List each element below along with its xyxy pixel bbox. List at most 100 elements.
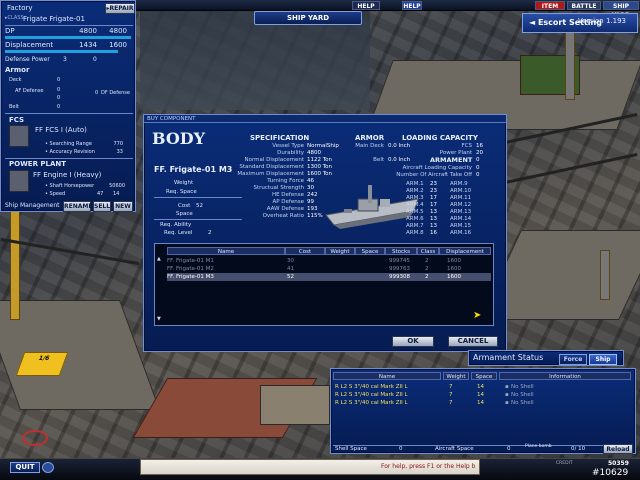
row-name: FF. Frigate-01 M1 [167, 258, 214, 264]
arm-slot-label: ARM.2 [406, 188, 424, 194]
ok-button[interactable]: OK [392, 336, 434, 347]
column-header-displacement[interactable]: Displacement [439, 247, 491, 255]
item-tab[interactable]: ITEM [535, 1, 565, 10]
arm-slot-label: ARM.1 [406, 181, 424, 187]
divider [333, 445, 633, 446]
help-menu-item[interactable]: HELP [352, 1, 380, 10]
scroll-up-icon[interactable]: ▲ [157, 256, 165, 262]
defense-power-label: Defense Power [5, 56, 50, 63]
column-header-space[interactable]: Space [471, 372, 497, 380]
shipyard-tab[interactable]: SHIP YARD [603, 1, 639, 19]
column-header-cost[interactable]: Cost [285, 247, 325, 255]
loading-capacity-title: LOADING CAPACITY [402, 134, 478, 142]
spec-label: Structual Strength [253, 185, 305, 191]
table-row-selected[interactable]: FF. Frigate-01 M3 52 999308 2 1600 [167, 273, 491, 281]
table-row[interactable]: FF. Frigate-01 M2 41 999763 2 1600 [167, 265, 491, 273]
weapon-name: R L2 S 3"/40 cal Mark ZII L [335, 400, 408, 406]
engine-name: FF Engine I (Heavy) [33, 171, 102, 179]
armament-row[interactable]: R L2 S 3"/40 cal Mark ZII L 7 14 ▪ No Sh… [335, 391, 633, 399]
cancel-button[interactable]: CANCEL [448, 336, 498, 347]
armament-status-window: Name Weight Space Information R L2 S 3"/… [330, 368, 636, 454]
landing-marker [22, 430, 48, 446]
af-defense-label: AF Defense [15, 88, 44, 94]
power-plant-value: 20 [476, 150, 483, 156]
arm-slot-value: 13 [430, 223, 437, 229]
column-header-name[interactable]: Name [167, 247, 285, 255]
ship-management-label: Ship Management [5, 202, 60, 209]
armament-row[interactable]: R L2 S 3"/40 cal Mark ZII L 7 14 ▪ No Sh… [335, 399, 633, 407]
arm-slot-label: ARM.8 [406, 230, 424, 236]
fcs-section-title: FCS [9, 116, 25, 124]
column-header-class[interactable]: Class [417, 247, 439, 255]
row-class: 2 [425, 274, 429, 280]
ship-tab[interactable]: Ship [589, 354, 617, 365]
belt-label: Belt [9, 104, 19, 110]
rename-button[interactable]: RENAME [63, 201, 92, 212]
column-header-weight[interactable]: Weight [443, 372, 469, 380]
spec-label: Turning Force [267, 178, 304, 184]
spec-label: Maximum Displacement [237, 171, 304, 177]
displacement-bar-track [5, 50, 131, 53]
belt-value: 0.0 Inch [388, 157, 411, 163]
dp-label: DP [5, 27, 15, 35]
specification-title: SPECIFICATION [250, 134, 310, 142]
column-header-space[interactable]: Space [355, 247, 385, 255]
battle-tab[interactable]: BATTLE [567, 1, 601, 10]
row-cost: 30 [287, 258, 294, 264]
divider [154, 219, 242, 220]
arm-slot-label: ARM.13 [450, 209, 472, 215]
force-tab[interactable]: Force [559, 354, 587, 365]
arm-slot-label: ARM.9 [450, 181, 468, 187]
component-category-title: BODY [152, 129, 206, 148]
arm-slot-label: ARM.12 [450, 202, 472, 208]
version-label: Version 1.193 [578, 17, 627, 25]
help-hint-bar: For help, press F1 or the Help b [140, 459, 480, 475]
help-button[interactable]: HELP [402, 1, 422, 10]
spec-value: 1300 Ton [307, 164, 333, 170]
fcs-component-icon [9, 125, 29, 147]
plane-bomb-label: Plane bomb [525, 444, 552, 449]
defense-power-b: 0 [93, 56, 97, 63]
arm-slot-value: 16 [430, 230, 437, 236]
arm-slot-value: 17 [430, 195, 437, 201]
searching-range-label: • Searching Range [45, 141, 92, 147]
column-header-stocks[interactable]: Stocks [385, 247, 417, 255]
shell-space-label: Shell Space [335, 446, 367, 452]
aircraft-space-label: Aircraft Space [435, 446, 474, 452]
arm-slot-label: ARM.4 [406, 202, 424, 208]
repair-button[interactable]: ▸REPAIR [105, 3, 135, 14]
armor-section-title: Armor [5, 66, 30, 74]
plane-bomb-value: 0/ 10 [571, 446, 586, 452]
spec-label: Overheat Ratio [262, 213, 304, 219]
displacement-current: 1434 [79, 41, 97, 49]
weapon-weight: 7 [449, 384, 453, 390]
main-deck-label: Main Deck [355, 143, 384, 149]
back-arrow-icon: ◄ [529, 18, 538, 27]
component-table: Name Cost Weight Space Stocks Class Disp… [154, 243, 494, 326]
quit-button[interactable]: QUIT [10, 462, 40, 473]
divider [5, 25, 133, 26]
req-level-label: Req. Level [164, 230, 193, 236]
armament-row[interactable]: R L2 S 3"/40 cal Mark ZII L 7 14 ▪ No Sh… [335, 383, 633, 391]
arm-slot-label: ARM.11 [450, 195, 472, 201]
spec-value: NormalShip [307, 143, 339, 149]
df-defense-value: 0 [95, 90, 99, 96]
new-button[interactable]: NEW [113, 201, 133, 212]
engine-component-icon [9, 170, 29, 192]
column-header-information[interactable]: Information [499, 372, 631, 380]
credit-value: 50359 [608, 460, 629, 467]
table-scrollbar[interactable]: ▲ ▼ [157, 256, 165, 324]
sell-button[interactable]: SELL [93, 201, 111, 212]
table-row[interactable]: FF. Frigate-01 M1 30 999745 2 1600 [167, 257, 491, 265]
round-knob-icon[interactable] [42, 462, 54, 473]
scroll-down-icon[interactable]: ▼ [157, 316, 165, 322]
column-header-weight[interactable]: Weight [325, 247, 355, 255]
arm-slot-label: ARM.5 [406, 209, 424, 215]
row-name: FF. Frigate-01 M2 [167, 266, 214, 272]
spec-label: Standard Displacement [239, 164, 304, 170]
column-header-name[interactable]: Name [333, 372, 441, 380]
arm-slot-label: ARM.16 [450, 230, 472, 236]
watermark: #10629 [592, 468, 629, 478]
speed-a: 47 [97, 191, 104, 197]
reload-button[interactable]: Reload [603, 444, 633, 454]
